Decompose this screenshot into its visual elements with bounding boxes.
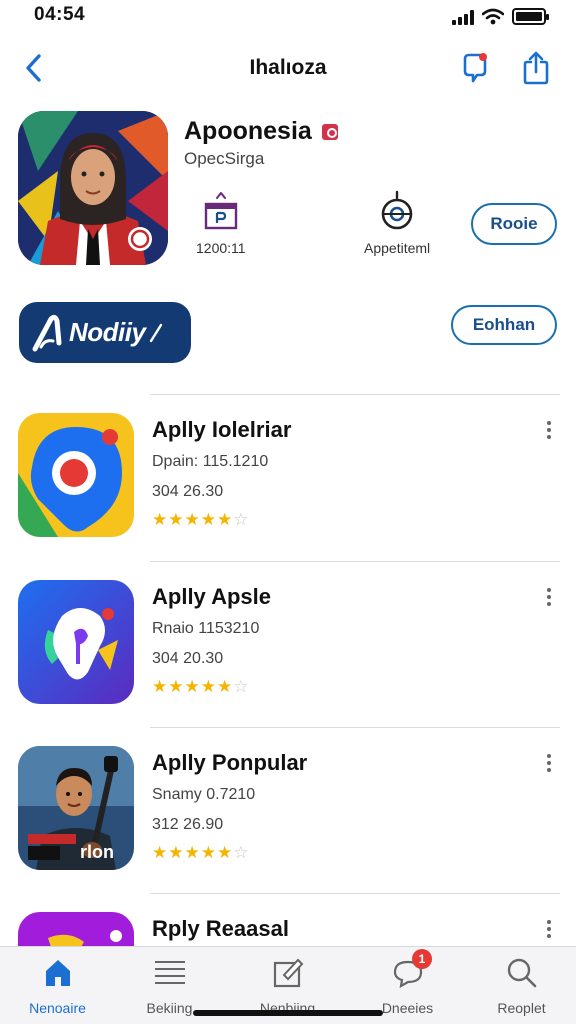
logo-mark-icon — [32, 314, 62, 351]
star-outline-icon: ☆ — [233, 843, 249, 862]
home-indicator[interactable] — [193, 1010, 383, 1016]
list-item[interactable]: rlon Aplly Ponpular Snamy 0.7210 312 26.… — [0, 746, 576, 912]
app-title: Aplly Ponpular — [152, 750, 308, 775]
status-bar: 04:54 — [0, 0, 576, 34]
rating-stars: ★ ★ ★ ★ ★ ☆ — [152, 511, 249, 529]
banner-text: Nodiiy — [69, 317, 146, 347]
chat-bubble-icon — [463, 53, 487, 83]
guitar-player-icon: rlon — [18, 746, 134, 870]
star-icon: ★ — [200, 510, 216, 529]
developer-name[interactable]: OpecSirga — [184, 149, 264, 169]
tab-search[interactable]: Reoplet — [464, 947, 576, 1024]
divider — [150, 561, 560, 562]
divider — [150, 394, 560, 395]
app-name-text: Apoonesia — [184, 117, 312, 145]
category-item: Appetiteml — [364, 190, 430, 256]
notification-badge: 1 — [412, 949, 432, 969]
stat-item: 1200:11 — [196, 190, 246, 256]
chat-bubble-button[interactable] — [455, 48, 495, 88]
more-options-button[interactable] — [544, 918, 554, 940]
nav-bar: Ihalıoza — [0, 40, 576, 94]
star-icon: ★ — [152, 510, 168, 529]
star-icon: ★ — [217, 510, 233, 529]
drop-pin-icon — [18, 580, 134, 704]
status-icons — [452, 8, 549, 25]
signal-icon — [452, 9, 474, 25]
app-title: Aplly Apsle — [152, 584, 271, 609]
category-label: Appetiteml — [364, 240, 431, 256]
star-icon: ★ — [217, 677, 233, 696]
app-title: Aplly Iolelriar — [152, 417, 292, 442]
star-icon: ★ — [152, 843, 168, 862]
star-outline-icon: ☆ — [233, 510, 249, 529]
list-item[interactable]: Rply Reaasal — [0, 912, 576, 946]
divider — [150, 893, 560, 894]
home-icon — [38, 955, 78, 991]
app-name: Apoonesia — [184, 117, 338, 146]
share-button[interactable] — [516, 48, 556, 88]
get-button[interactable]: Rooie — [471, 203, 557, 245]
app-subtitle: Rnaio 1153210 — [152, 620, 260, 637]
star-icon: ★ — [168, 843, 184, 862]
app-meta: 304 26.30 — [152, 483, 224, 500]
star-icon: ★ — [184, 510, 200, 529]
promo-banner[interactable]: Nodiiy — [19, 302, 191, 363]
app-meta: 312 26.90 — [152, 816, 224, 833]
chat-icon: 1 — [388, 949, 432, 991]
star-outline-icon: ☆ — [233, 677, 249, 696]
list-item[interactable]: Aplly Apsle Rnaio 1153210 304 20.30 ★ ★ ★ ★… — [0, 580, 576, 746]
star-icon: ★ — [168, 677, 184, 696]
list-icon — [150, 955, 190, 991]
tab-home[interactable]: Nenoaire — [0, 947, 115, 1024]
maps-pin-icon — [18, 413, 134, 537]
secondary-button[interactable]: Eohhan — [451, 305, 557, 345]
sparkle-icon — [150, 323, 163, 342]
app-subtitle: Snamy 0.7210 — [152, 786, 256, 803]
divider — [150, 727, 560, 728]
partial-app-icon — [18, 912, 134, 946]
star-icon: ★ — [184, 677, 200, 696]
verified-badge-icon — [321, 123, 338, 140]
search-icon — [502, 955, 542, 991]
svg-text:rlon: rlon — [80, 842, 114, 862]
app-subtitle: Dpain: 115.1210 — [152, 453, 269, 470]
star-icon: ★ — [152, 677, 168, 696]
battery-icon — [512, 8, 549, 25]
tab-label: Nenoaire — [29, 1000, 86, 1016]
app-icon — [18, 111, 168, 265]
tab-label: Reoplet — [497, 1000, 546, 1016]
app-meta: 304 20.30 — [152, 650, 224, 667]
app-title: Rply Reaasal — [152, 916, 289, 941]
more-options-button[interactable] — [544, 752, 554, 774]
more-options-button[interactable] — [544, 586, 554, 608]
star-icon: ★ — [200, 843, 216, 862]
status-time: 04:54 — [34, 4, 86, 25]
star-icon: ★ — [168, 510, 184, 529]
star-icon: ★ — [217, 843, 233, 862]
list-item[interactable]: Aplly Iolelriar Dpain: 115.1210 304 26.3… — [0, 413, 576, 579]
more-options-button[interactable] — [544, 419, 554, 441]
rating-stars: ★ ★ ★ ★ ★ ☆ — [152, 844, 249, 862]
wifi-icon — [482, 8, 504, 25]
share-icon — [523, 51, 549, 85]
camera-icon — [381, 190, 413, 230]
star-icon: ★ — [184, 843, 200, 862]
star-icon: ★ — [200, 677, 216, 696]
stat-value: 1200:11 — [196, 240, 246, 256]
rating-stars: ★ ★ ★ ★ ★ ☆ — [152, 678, 249, 696]
edit-box-icon — [268, 955, 308, 991]
package-icon — [204, 192, 237, 230]
